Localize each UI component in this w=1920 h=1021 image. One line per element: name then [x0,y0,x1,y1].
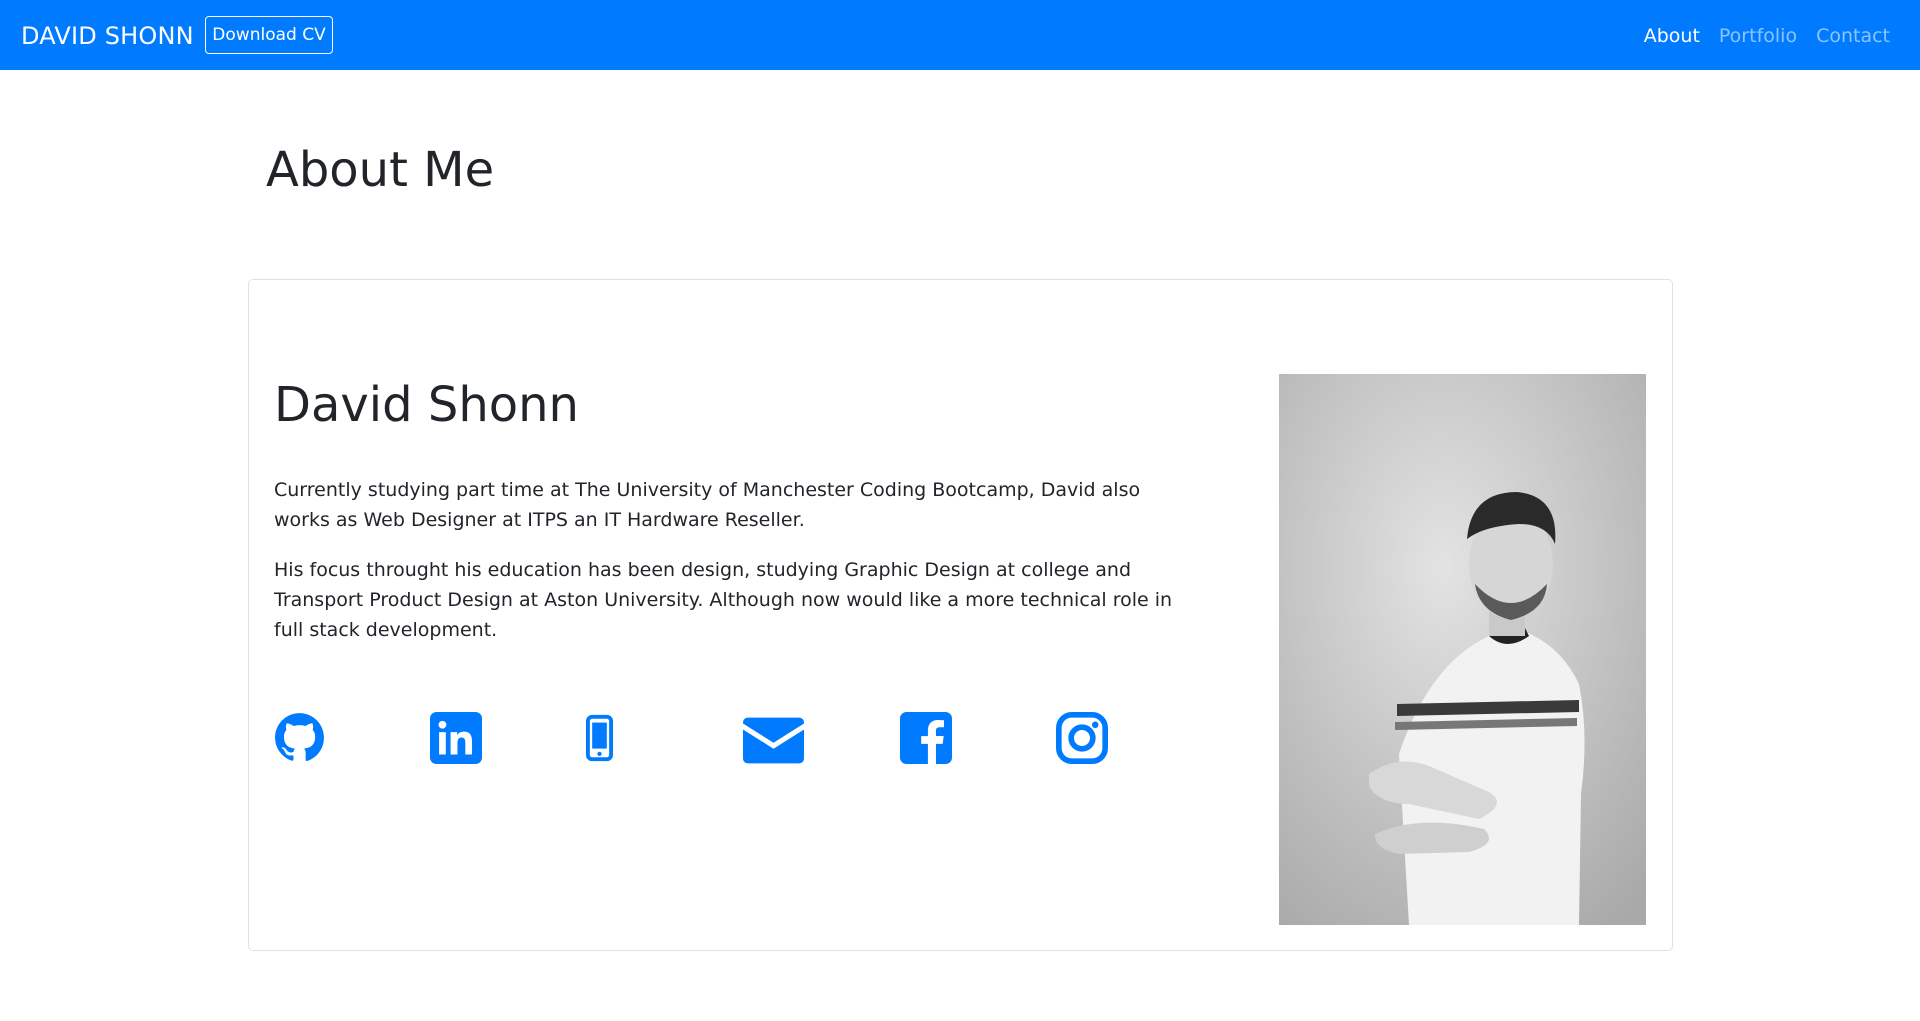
bio-paragraph-2: His focus throught his education has bee… [274,559,1173,641]
profile-name: David Shonn [274,377,579,433]
linkedin-icon[interactable] [430,712,482,764]
github-icon[interactable] [274,712,325,763]
page-title: About Me [266,142,495,198]
instagram-icon[interactable] [1056,712,1108,764]
nav-link-portfolio[interactable]: Portfolio [1719,22,1797,50]
nav-links: About Portfolio Contact [1644,22,1890,50]
navbar: DAVID SHONN Download CV About Portfolio … [0,0,1920,70]
nav-link-about[interactable]: About [1644,22,1700,50]
bio-paragraph-1: Currently studying part time at The Univ… [274,479,1141,531]
profile-photo [1279,374,1646,925]
brand-name[interactable]: DAVID SHONN [21,21,194,51]
mobile-phone-icon[interactable] [586,714,613,762]
envelope-icon[interactable] [743,717,804,764]
download-cv-button[interactable]: Download CV [205,16,333,54]
nav-link-contact[interactable]: Contact [1816,22,1890,50]
facebook-icon[interactable] [900,712,952,764]
